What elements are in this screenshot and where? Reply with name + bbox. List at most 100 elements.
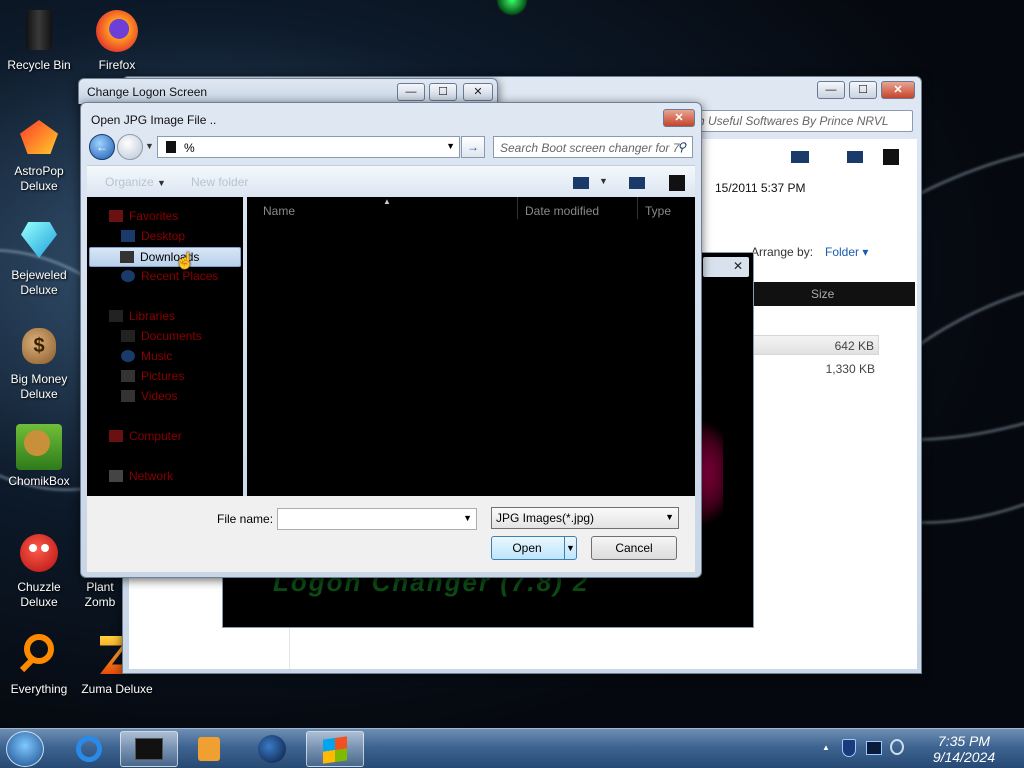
address-dropdown-icon[interactable]: ▼ (446, 141, 455, 151)
star-icon (109, 210, 123, 222)
nav-label: Music (141, 349, 173, 363)
date-modified-text: 15/2011 5:37 PM (715, 181, 806, 195)
nav-favorites[interactable]: Favorites (109, 209, 178, 223)
search-input[interactable]: Search Boot screen changer for 7 ⚲ (493, 136, 693, 158)
dialog-close-button[interactable]: ✕ (663, 109, 695, 127)
minimize-button[interactable]: — (817, 81, 845, 99)
desktop-icon-chomikbox[interactable]: ChomikBox (0, 424, 78, 489)
organize-button[interactable]: Organize ▼ (105, 175, 166, 189)
internet-explorer-icon (76, 736, 102, 762)
taskbar-media-player[interactable] (180, 731, 238, 767)
desktop-icon-big-money[interactable]: $ Big Money Deluxe (0, 322, 78, 402)
shield-icon[interactable] (842, 739, 856, 757)
search-input[interactable]: ch Useful Softwares By Prince NRVL (683, 110, 913, 132)
change-logon-window-titlebar[interactable]: Change Logon Screen — ☐ ✕ (78, 78, 498, 104)
nav-downloads[interactable]: Downloads (89, 247, 241, 267)
go-button[interactable]: → (461, 136, 485, 158)
nav-libraries[interactable]: Libraries (109, 309, 175, 323)
back-button[interactable]: ← (89, 134, 115, 160)
preview-pane-icon[interactable] (629, 177, 645, 189)
file-name-input[interactable]: ▼ (277, 508, 477, 530)
file-type-select[interactable]: JPG Images(*.jpg) ▼ (491, 507, 679, 529)
taskbar-globe-app[interactable] (244, 731, 302, 767)
open-split-dropdown-icon[interactable]: ▼ (564, 537, 576, 559)
desktop-icon-label: Bejeweled Deluxe (11, 268, 67, 297)
help-icon[interactable] (883, 149, 899, 165)
network-icon[interactable] (866, 741, 882, 755)
maximize-button[interactable]: ☐ (429, 83, 457, 101)
file-name-dropdown-icon[interactable]: ▼ (463, 513, 472, 523)
show-hidden-icons[interactable]: ▲ (822, 743, 830, 752)
desktop-icon-firefox[interactable]: Firefox (78, 8, 156, 73)
nav-label: Desktop (141, 229, 186, 243)
change-view-icon[interactable] (573, 177, 589, 189)
bejeweled-icon (16, 218, 62, 264)
nav-label: Pictures (141, 369, 185, 383)
nav-documents[interactable]: Documents (121, 329, 202, 343)
taskbar-logon-changer[interactable] (120, 731, 178, 767)
file-row-selected[interactable]: 642 KB (749, 335, 879, 355)
nav-recent-places[interactable]: Recent Places (121, 269, 218, 283)
windows-flag-icon (323, 736, 347, 764)
file-size: 642 KB (834, 339, 874, 353)
clock[interactable]: 7:35 PM 9/14/2024 (918, 733, 1010, 765)
nav-desktop[interactable]: Desktop (121, 229, 185, 243)
nav-computer[interactable]: Computer (109, 429, 182, 443)
name-column-header[interactable]: Name (263, 204, 295, 218)
preview-pane-icon[interactable] (847, 151, 863, 163)
arrange-dropdown[interactable]: Folder ▾ (825, 245, 868, 259)
help-icon[interactable] (669, 175, 685, 191)
size-column-header[interactable]: Size (811, 287, 834, 301)
desktop-icon-bejeweled[interactable]: Bejeweled Deluxe (0, 218, 78, 298)
open-file-dialog[interactable]: Open JPG Image File .. ✕ ← ▼ % ▼ → Searc… (80, 102, 702, 578)
libraries-icon (109, 310, 123, 322)
file-list[interactable]: Name ▲ Date modified Type (247, 197, 695, 496)
volume-icon[interactable] (890, 739, 904, 755)
desktop-icon-astropop[interactable]: AstroPop Deluxe (0, 114, 78, 194)
cancel-label: Cancel (615, 541, 653, 555)
nav-videos[interactable]: Videos (121, 389, 177, 403)
address-value: % (184, 141, 195, 155)
desktop-icon-recycle-bin[interactable]: Recycle Bin (0, 8, 78, 73)
nav-pictures[interactable]: Pictures (121, 369, 184, 383)
nav-label: Recent Places (141, 269, 219, 283)
desktop-icon-label: Chuzzle Deluxe (17, 580, 61, 609)
window-title: Change Logon Screen (87, 85, 208, 99)
desktop-icon-everything[interactable]: Everything (0, 632, 78, 697)
minimize-button[interactable]: — (397, 83, 425, 101)
start-button[interactable] (6, 731, 44, 767)
nav-network[interactable]: Network (109, 469, 173, 483)
view-dropdown-icon[interactable]: ▼ (599, 176, 608, 186)
taskbar-internet-explorer[interactable] (60, 731, 118, 767)
chomikbox-icon (16, 424, 62, 470)
nav-label: Libraries (129, 309, 176, 323)
nav-label: Network (129, 469, 174, 483)
media-player-icon (198, 737, 220, 761)
open-button[interactable]: Open ▼ (491, 536, 577, 560)
file-type-value: JPG Images(*.jpg) (496, 511, 595, 525)
address-bar[interactable]: % ▼ (157, 136, 460, 158)
close-button[interactable]: ✕ (463, 83, 493, 101)
search-placeholder: Search Boot screen changer for 7 (500, 141, 680, 155)
preview-close-button[interactable]: ✕ (703, 257, 749, 277)
file-row[interactable]: 1,330 KB (749, 359, 879, 379)
cancel-button[interactable]: Cancel (591, 536, 677, 560)
search-placeholder: ch Useful Softwares By Prince NRVL (692, 114, 889, 128)
hand-cursor-icon: ☝ (175, 253, 195, 270)
nav-music[interactable]: Music (121, 349, 172, 363)
sort-arrow-icon: ▲ (383, 197, 391, 206)
dialog-toolbar: Organize ▼ New folder ▼ (87, 165, 695, 197)
date-column-header[interactable]: Date modified (525, 204, 599, 218)
desktop-icon-label: ChomikBox (8, 474, 70, 488)
view-icon[interactable] (791, 151, 809, 163)
open-label: Open (512, 541, 542, 555)
type-column-header[interactable]: Type (645, 204, 671, 218)
taskbar-windows-app[interactable] (306, 731, 364, 767)
forward-button[interactable] (117, 134, 143, 160)
new-folder-button[interactable]: New folder (191, 175, 248, 189)
close-button[interactable]: ✕ (881, 81, 915, 99)
desktop-icon-chuzzle[interactable]: Chuzzle Deluxe (0, 530, 78, 610)
recent-pages-dropdown[interactable]: ▼ (145, 141, 154, 151)
maximize-button[interactable]: ☐ (849, 81, 877, 99)
search-icon: ⚲ (677, 140, 686, 154)
